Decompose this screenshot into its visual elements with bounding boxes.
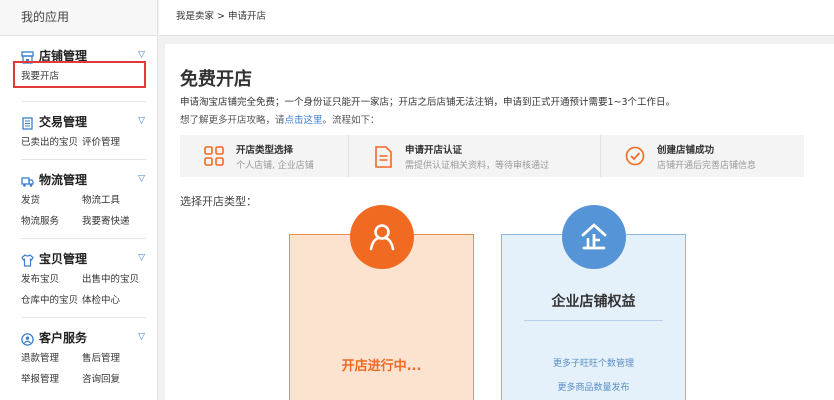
company-card-title: 企业店铺权益 (551, 294, 636, 310)
step-success: 创建店铺成功 店铺开通后完善店铺信息 (601, 135, 804, 177)
divider (21, 101, 146, 102)
sidebar-group-title: 客户服务 (39, 330, 88, 345)
sidebar: 我的应用 店铺管理 ▽ 我要开店 交易管理 ▽ 已卖出的宝贝 评价管理 物流管理… (0, 0, 158, 400)
choose-shop-type-label: 选择开店类型： (180, 195, 257, 208)
sidebar-item-on-sale[interactable]: 出售中的宝贝 (82, 269, 143, 290)
check-circle-icon (625, 146, 645, 166)
sidebar-group-trade-header[interactable]: 交易管理 ▽ (21, 110, 157, 132)
sidebar-item-logistics-service[interactable]: 物流服务 (21, 211, 82, 232)
sidebar-group-service-header[interactable]: 客户服务 ▽ (21, 326, 157, 348)
document-icon (373, 146, 393, 168)
sidebar-group-service: 客户服务 ▽ 退款管理 售后管理 举报管理 咨询回复 (0, 326, 157, 390)
step-certification: 申请开店认证 需提供认证相关资料，等待审核通过 (349, 135, 601, 177)
selection-highlight (13, 61, 146, 88)
guide-prefix: 想了解更多开店攻略，请 (180, 115, 285, 126)
personal-shop-status: 开店进行中... (341, 359, 422, 374)
sidebar-item-refund[interactable]: 退款管理 (21, 348, 82, 369)
company-shop-card[interactable]: 企业店铺权益 更多子旺旺个数管理 更多商品数量发布 (501, 205, 686, 400)
sidebar-group-items: 宝贝管理 ▽ 发布宝贝 出售中的宝贝 仓库中的宝贝 体检中心 (0, 247, 157, 311)
step-shop-type: 开店类型选择 个人店铺, 企业店铺 (180, 135, 349, 177)
chevron-down-icon[interactable]: ▽ (138, 174, 145, 184)
sidebar-item-sold[interactable]: 已卖出的宝贝 (21, 132, 82, 153)
sidebar-group-logistics: 物流管理 ▽ 发货 物流工具 物流服务 我要寄快递 (0, 168, 157, 232)
sidebar-item-warehouse[interactable]: 仓库中的宝贝 (21, 290, 82, 311)
chevron-down-icon[interactable]: ▽ (138, 116, 145, 126)
chevron-down-icon[interactable]: ▽ (138, 50, 145, 60)
click-here-link[interactable]: 点击这里 (285, 115, 323, 126)
step-subtitle: 需提供认证相关资料，等待审核通过 (405, 160, 550, 171)
chevron-down-icon[interactable]: ▽ (138, 253, 145, 263)
breadcrumb: 我是卖家 > 申请开店 (159, 0, 834, 36)
sidebar-item-reviews[interactable]: 评价管理 (82, 132, 143, 153)
sidebar-group-logistics-header[interactable]: 物流管理 ▽ (21, 168, 157, 190)
step-subtitle: 店铺开通后完善店铺信息 (657, 160, 757, 171)
divider (21, 238, 146, 239)
trade-icon (21, 115, 34, 130)
shop-icon (21, 49, 34, 64)
company-feature: 更多子旺旺个数管理 (552, 359, 634, 369)
sidebar-item-ship[interactable]: 发货 (21, 190, 82, 211)
guide-suffix: 。流程如下： (322, 115, 380, 126)
sidebar-group-trade: 交易管理 ▽ 已卖出的宝贝 评价管理 (0, 110, 157, 153)
step-title: 申请开店认证 (405, 144, 463, 156)
person-icon (349, 205, 414, 269)
shirt-icon (21, 252, 34, 267)
page-title: 免费开店 (180, 69, 252, 90)
divider (21, 159, 146, 160)
sidebar-item-logistics-tools[interactable]: 物流工具 (82, 190, 143, 211)
personal-shop-card[interactable]: 开店进行中... (289, 205, 474, 400)
main-content: 免费开店 申请淘宝店铺完全免费；一个身份证只能开一家店；开店之后店铺无法注销，申… (165, 44, 834, 400)
user-service-icon (21, 331, 34, 346)
page-description: 申请淘宝店铺完全免费；一个身份证只能开一家店；开店之后店铺无法注销，申请到正式开… (180, 97, 676, 108)
grid-icon (204, 146, 224, 166)
sidebar-group-title: 物流管理 (39, 172, 88, 187)
divider (524, 320, 663, 321)
truck-icon (21, 173, 34, 187)
company-feature: 更多商品数量发布 (557, 383, 630, 393)
sidebar-item-report[interactable]: 举报管理 (21, 369, 82, 390)
sidebar-item-checkup[interactable]: 体检中心 (82, 290, 143, 311)
divider (21, 317, 146, 318)
guide-line: 想了解更多开店攻略，请点击这里。流程如下： (180, 112, 380, 126)
enterprise-icon (561, 205, 626, 269)
step-subtitle: 个人店铺, 企业店铺 (236, 160, 314, 171)
step-title: 创建店铺成功 (657, 144, 715, 156)
process-steps: 开店类型选择 个人店铺, 企业店铺 申请开店认证 需提供认证相关资料，等待审核通… (180, 135, 804, 177)
sidebar-item-send-express[interactable]: 我要寄快递 (82, 211, 143, 232)
sidebar-item-inquiry[interactable]: 咨询回复 (82, 369, 143, 390)
chevron-down-icon[interactable]: ▽ (138, 332, 145, 342)
sidebar-group-items-header[interactable]: 宝贝管理 ▽ (21, 247, 157, 269)
sidebar-item-aftersale[interactable]: 售后管理 (82, 348, 143, 369)
sidebar-group-title: 宝贝管理 (39, 251, 88, 266)
sidebar-title: 我的应用 (0, 0, 157, 36)
sidebar-item-publish[interactable]: 发布宝贝 (21, 269, 82, 290)
sidebar-group-title: 交易管理 (39, 114, 88, 129)
step-title: 开店类型选择 (236, 144, 294, 156)
